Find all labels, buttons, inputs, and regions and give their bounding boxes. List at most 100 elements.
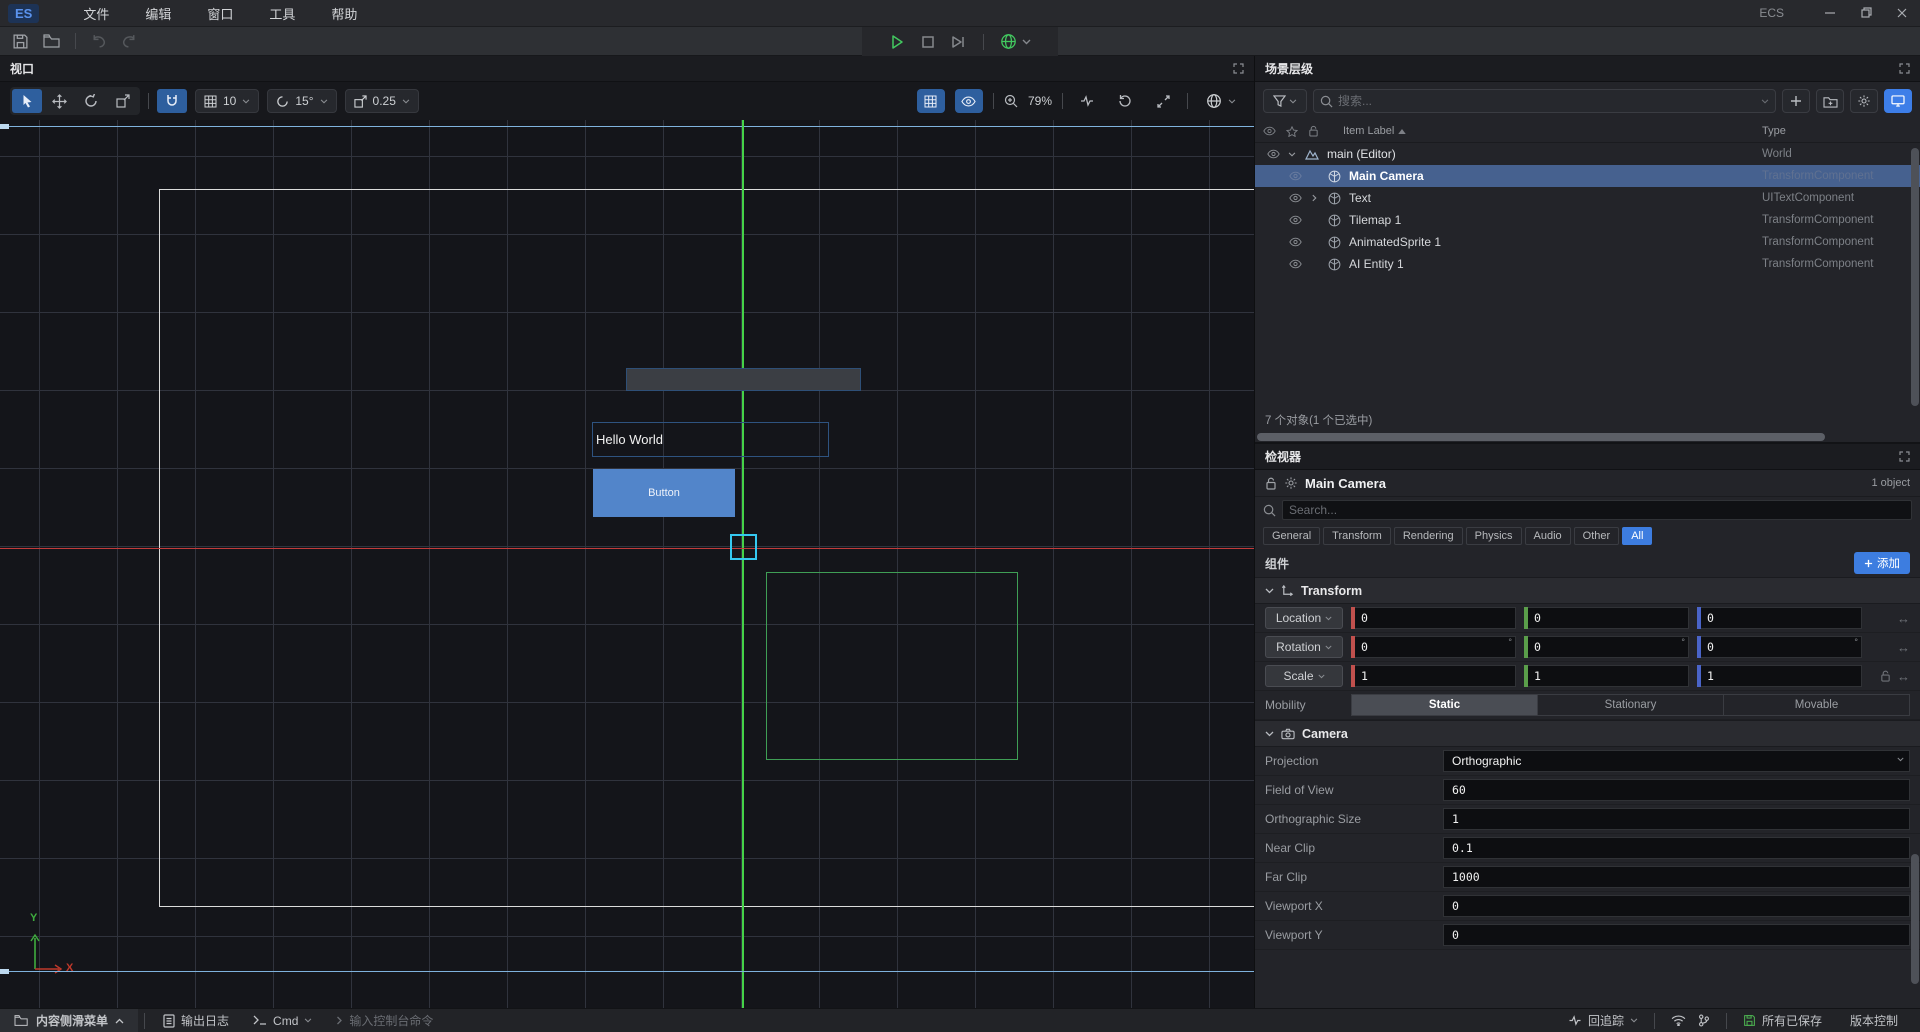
cmd-dropdown[interactable]: Cmd xyxy=(241,1014,324,1028)
tree-row-tilemap[interactable]: Tilemap 1 TransformComponent xyxy=(1255,209,1920,231)
minimize-button[interactable] xyxy=(1812,0,1848,27)
menu-window[interactable]: 窗口 xyxy=(189,0,251,27)
selection-gizmo[interactable] xyxy=(730,534,757,560)
viewport-expand-icon[interactable] xyxy=(1233,63,1244,74)
text-entity[interactable]: Hello World xyxy=(592,422,829,457)
stop-icon[interactable] xyxy=(921,35,935,49)
tab-all[interactable]: All xyxy=(1622,527,1652,545)
tab-other[interactable]: Other xyxy=(1574,527,1620,545)
near-clip-input[interactable] xyxy=(1443,837,1910,859)
location-x-field[interactable] xyxy=(1355,607,1516,629)
reset-view-icon[interactable] xyxy=(1111,89,1139,113)
camera-bounds-bottom-edge[interactable] xyxy=(0,971,1254,972)
undo-icon[interactable] xyxy=(90,34,107,49)
redo-icon[interactable] xyxy=(121,34,138,49)
content-drawer-tab[interactable]: 内容侧滑菜单 xyxy=(0,1009,138,1032)
mobility-static[interactable]: Static xyxy=(1352,695,1538,715)
play-icon[interactable] xyxy=(889,34,905,50)
object-settings-icon[interactable] xyxy=(1284,476,1298,490)
scale-tool-button[interactable] xyxy=(108,89,138,113)
location-y-field[interactable] xyxy=(1528,607,1689,629)
camera-bounds-handle[interactable] xyxy=(0,124,9,129)
gizmo-visibility-button[interactable] xyxy=(955,89,983,113)
new-folder-button[interactable] xyxy=(1816,89,1844,113)
scale-snap-dropdown[interactable]: 0.25 xyxy=(345,89,419,113)
tab-physics[interactable]: Physics xyxy=(1466,527,1522,545)
tree-row-main-camera[interactable]: Main Camera TransformComponent xyxy=(1255,165,1920,187)
camera-bounds-top-edge[interactable] xyxy=(0,126,1254,127)
traceback-dropdown[interactable]: 回追踪 xyxy=(1556,1012,1650,1029)
hierarchy-settings-button[interactable] xyxy=(1850,89,1878,113)
rotate-snap-dropdown[interactable]: 15° xyxy=(267,89,336,113)
scale-x-field[interactable] xyxy=(1355,665,1516,687)
rotation-x-field[interactable] xyxy=(1355,636,1516,658)
eye-icon[interactable] xyxy=(1285,215,1305,225)
favorite-column-icon[interactable] xyxy=(1286,126,1298,137)
rotation-y-field[interactable] xyxy=(1528,636,1689,658)
location-dropdown[interactable]: Location xyxy=(1265,607,1343,629)
column-item-label[interactable]: Item Label xyxy=(1329,125,1762,137)
uniform-scale-lock-icon[interactable] xyxy=(1880,670,1891,682)
stats-pulse-icon[interactable] xyxy=(1073,89,1101,113)
scale-dropdown[interactable]: Scale xyxy=(1265,665,1343,687)
inspector-vscrollbar[interactable] xyxy=(1911,854,1919,984)
run-mode-chevron-icon[interactable] xyxy=(1022,39,1031,45)
menu-help[interactable]: 帮助 xyxy=(313,0,375,27)
add-component-button[interactable]: 添加 xyxy=(1854,552,1910,574)
camera-bounds-handle-bottom[interactable] xyxy=(0,969,9,974)
grid-toggle-button[interactable] xyxy=(917,89,945,113)
network-wifi-icon[interactable] xyxy=(1671,1015,1686,1026)
view-mode-button[interactable] xyxy=(1884,89,1912,113)
fullscreen-icon[interactable] xyxy=(1149,89,1177,113)
eye-icon[interactable] xyxy=(1285,259,1305,269)
viewport-y-input[interactable] xyxy=(1443,924,1910,946)
button-entity[interactable]: Button xyxy=(593,469,735,517)
hierarchy-expand-icon[interactable] xyxy=(1899,63,1910,74)
camera-section-header[interactable]: Camera xyxy=(1255,720,1920,747)
viewport-x-input[interactable] xyxy=(1443,895,1910,917)
menu-file[interactable]: 文件 xyxy=(65,0,127,27)
orthographic-size-input[interactable] xyxy=(1443,808,1910,830)
tab-rendering[interactable]: Rendering xyxy=(1394,527,1463,545)
hierarchy-hscrollbar[interactable] xyxy=(1255,432,1920,442)
scale-y-field[interactable] xyxy=(1528,665,1689,687)
location-z-field[interactable] xyxy=(1701,607,1862,629)
rotation-dropdown[interactable]: Rotation xyxy=(1265,636,1343,658)
menu-edit[interactable]: 编辑 xyxy=(127,0,189,27)
move-tool-button[interactable] xyxy=(44,89,74,113)
rotate-tool-button[interactable] xyxy=(76,89,106,113)
chevron-right-icon[interactable] xyxy=(1305,194,1323,202)
hierarchy-search-input[interactable] xyxy=(1338,94,1756,108)
chevron-down-icon[interactable] xyxy=(1283,152,1301,157)
tree-row-main[interactable]: main (Editor) World xyxy=(1255,143,1920,165)
eye-icon[interactable] xyxy=(1285,193,1305,203)
lock-column-icon[interactable] xyxy=(1308,125,1319,137)
tab-transform[interactable]: Transform xyxy=(1323,527,1391,545)
rotation-z-field[interactable] xyxy=(1701,636,1862,658)
mobility-stationary[interactable]: Stationary xyxy=(1538,695,1724,715)
hierarchy-search[interactable] xyxy=(1313,89,1776,113)
panel-entity[interactable] xyxy=(626,368,861,391)
link-values-icon[interactable]: ↔ xyxy=(1897,640,1910,655)
menu-tools[interactable]: 工具 xyxy=(251,0,313,27)
run-mode-globe-icon[interactable] xyxy=(1000,33,1017,50)
filter-dropdown[interactable] xyxy=(1263,89,1307,113)
tab-general[interactable]: General xyxy=(1263,527,1320,545)
snap-magnet-button[interactable] xyxy=(157,89,187,113)
scene-canvas[interactable]: Hello World Button Y X xyxy=(0,120,1254,1008)
step-icon[interactable] xyxy=(951,35,967,49)
tree-row-animatedsprite[interactable]: AnimatedSprite 1 TransformComponent xyxy=(1255,231,1920,253)
version-branch-icon[interactable] xyxy=(1698,1014,1710,1027)
field-of-view-input[interactable] xyxy=(1443,779,1910,801)
inspector-expand-icon[interactable] xyxy=(1899,451,1910,462)
eye-icon[interactable] xyxy=(1285,171,1305,181)
maximize-button[interactable] xyxy=(1848,0,1884,27)
viewport-globe-dropdown[interactable] xyxy=(1198,89,1244,113)
select-tool-button[interactable] xyxy=(12,89,42,113)
link-values-icon[interactable]: ↔ xyxy=(1897,669,1910,684)
scale-z-field[interactable] xyxy=(1701,665,1862,687)
save-icon[interactable] xyxy=(12,33,29,50)
eye-icon[interactable] xyxy=(1285,237,1305,247)
projection-dropdown[interactable] xyxy=(1443,750,1910,772)
output-log-button[interactable]: 输出日志 xyxy=(151,1012,241,1029)
